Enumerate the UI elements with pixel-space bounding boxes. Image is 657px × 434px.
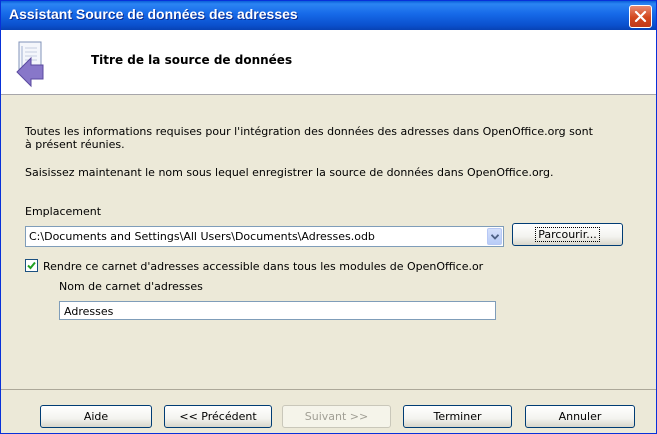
location-label: Emplacement xyxy=(25,205,102,218)
back-button[interactable]: << Précédent xyxy=(164,405,272,428)
embed-checkbox[interactable] xyxy=(25,259,38,272)
finish-button-label: Terminer xyxy=(433,410,482,423)
location-value: C:\Documents and Settings\All Users\Docu… xyxy=(29,230,375,243)
checkmark-icon xyxy=(27,261,36,270)
help-button-label: Aide xyxy=(83,410,109,423)
wizard-page-icon xyxy=(16,41,44,88)
intro-text-line1: Toutes les informations requises pour l'… xyxy=(25,125,593,138)
title-bar[interactable]: Assistant Source de données des adresses xyxy=(1,1,656,30)
wizard-window: Assistant Source de données des adresses… xyxy=(0,0,657,434)
embed-checkbox-label[interactable]: Rendre ce carnet d'adresses accessible d… xyxy=(43,260,483,273)
close-button[interactable] xyxy=(629,5,652,28)
browse-button[interactable]: Parcourir... xyxy=(512,223,623,246)
footer-separator xyxy=(1,389,656,390)
cancel-button-label: Annuler xyxy=(558,410,602,423)
window-title: Assistant Source de données des adresses xyxy=(9,6,298,22)
addressbook-name-label: Nom de carnet d'adresses xyxy=(59,280,203,293)
location-dropdown-button[interactable] xyxy=(487,228,502,245)
finish-button[interactable]: Terminer xyxy=(403,405,512,428)
cancel-button[interactable]: Annuler xyxy=(525,405,635,428)
next-button[interactable]: Suivant >> xyxy=(282,405,391,428)
chevron-down-icon xyxy=(491,234,499,240)
browse-button-label: Parcourir... xyxy=(535,227,600,242)
intro-text-line2: à présent réunies. xyxy=(25,138,125,151)
close-icon xyxy=(634,10,647,23)
instruction-text: Saisissez maintenant le nom sous lequel … xyxy=(25,166,554,179)
location-combobox[interactable]: C:\Documents and Settings\All Users\Docu… xyxy=(25,226,504,247)
addressbook-name-input[interactable]: Adresses xyxy=(59,301,496,320)
next-button-label: Suivant >> xyxy=(304,410,369,423)
addressbook-name-value: Adresses xyxy=(64,305,114,318)
back-button-label: << Précédent xyxy=(179,410,257,423)
page-title: Titre de la source de données xyxy=(91,53,293,67)
help-button[interactable]: Aide xyxy=(40,405,152,428)
wizard-header: Titre de la source de données xyxy=(1,30,656,95)
